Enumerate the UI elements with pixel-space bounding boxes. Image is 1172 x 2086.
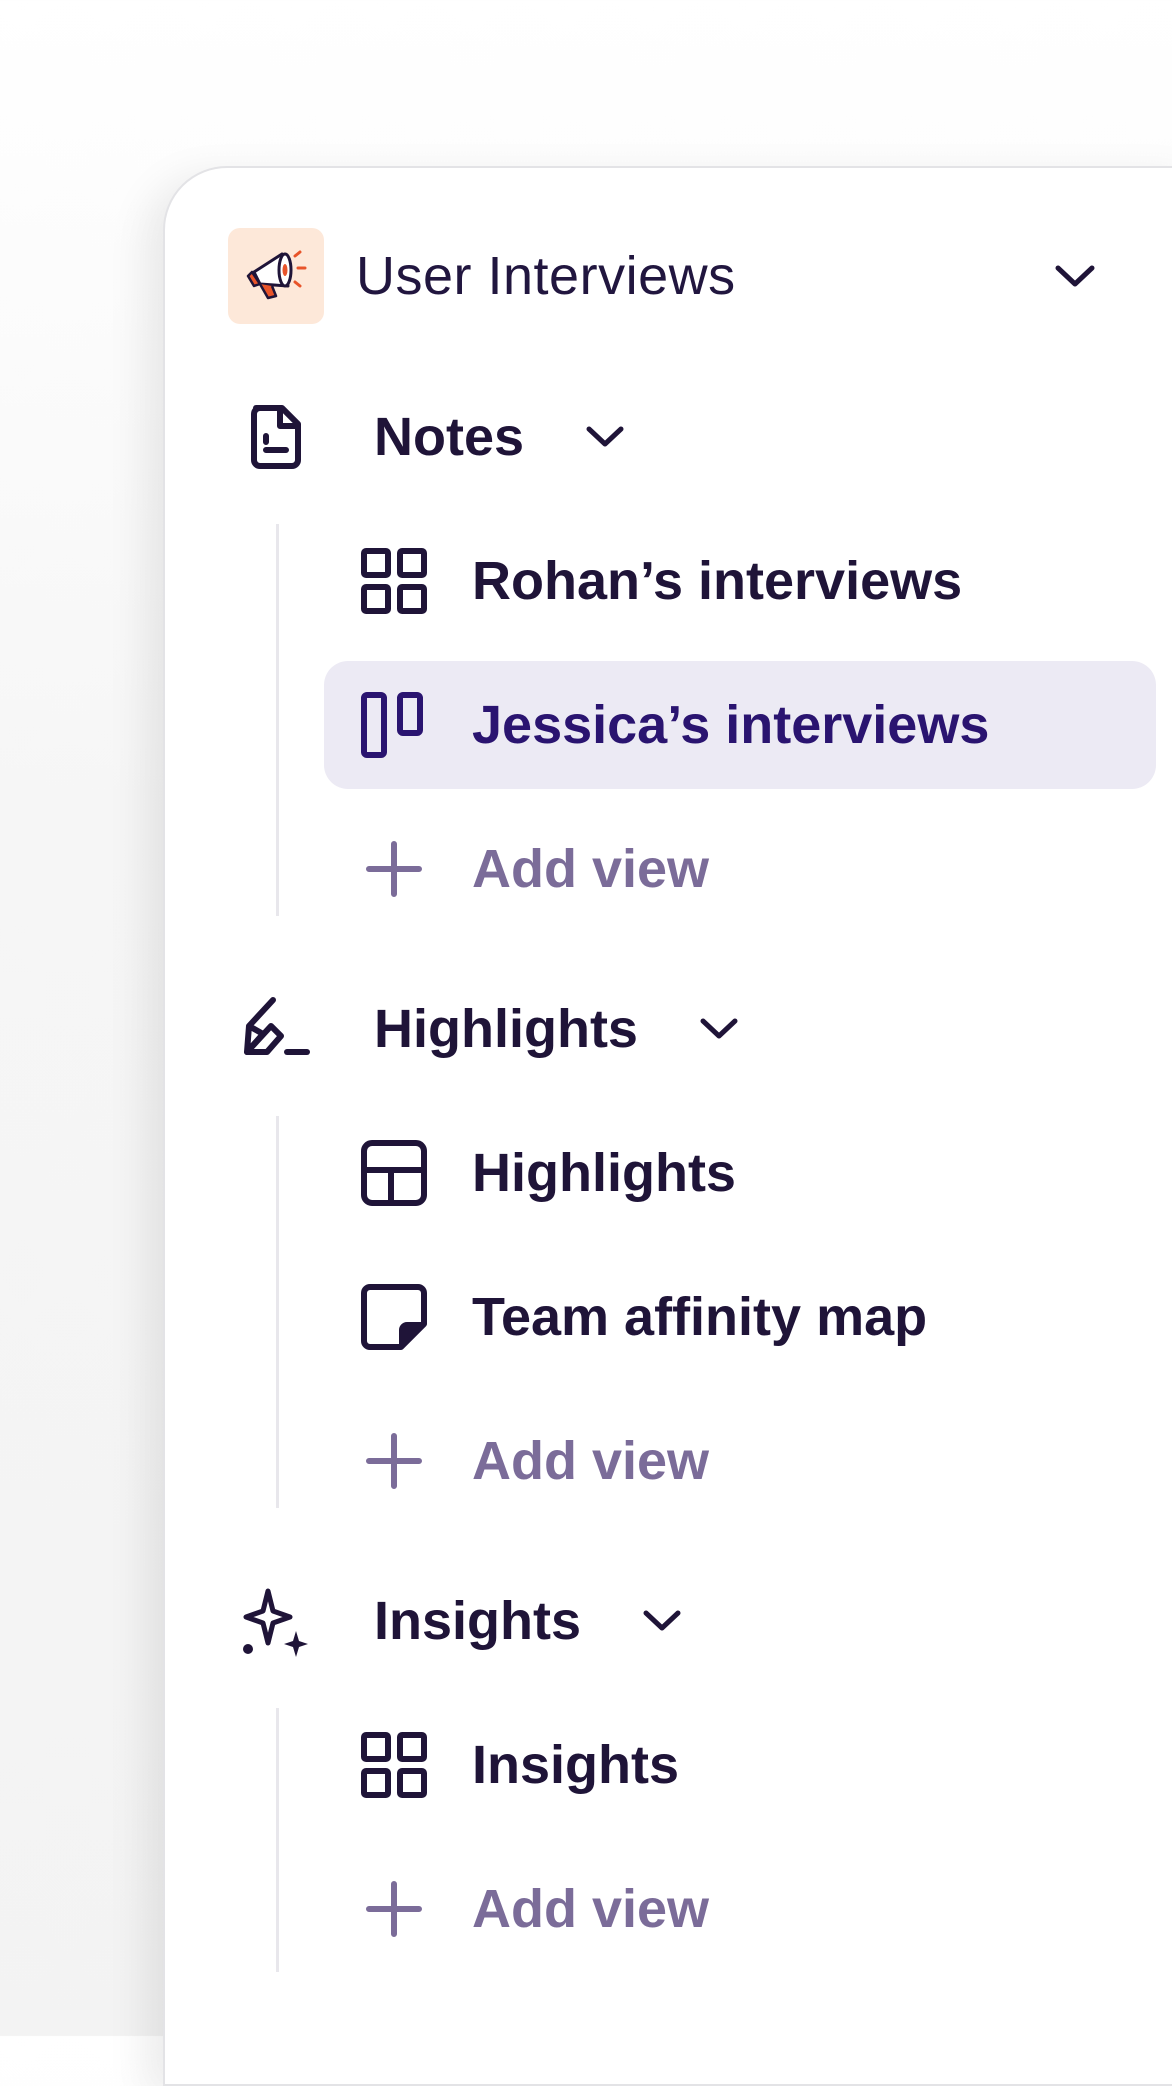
section-label: Highlights bbox=[374, 999, 638, 1059]
view-label: Rohan’s interviews bbox=[472, 551, 963, 611]
plus-icon bbox=[354, 1421, 434, 1501]
chevron-down-icon[interactable] bbox=[582, 421, 628, 453]
view-label: Jessica’s interviews bbox=[472, 695, 990, 755]
view-label: Highlights bbox=[472, 1143, 736, 1203]
add-view-button[interactable]: Add view bbox=[324, 805, 1156, 933]
add-view-button[interactable]: Add view bbox=[324, 1397, 1156, 1525]
view-label: Team affinity map bbox=[472, 1287, 928, 1347]
view-item[interactable]: Highlights bbox=[324, 1109, 1156, 1237]
highlighter-icon bbox=[228, 981, 324, 1077]
board-columns-icon bbox=[354, 685, 434, 765]
section-notes[interactable]: Notes bbox=[228, 389, 628, 485]
chevron-down-icon[interactable] bbox=[639, 1605, 685, 1637]
add-view-label: Add view bbox=[472, 1431, 710, 1491]
chevron-down-icon[interactable] bbox=[696, 1013, 742, 1045]
tree-line bbox=[276, 1116, 279, 1508]
project-title: User Interviews bbox=[356, 246, 736, 306]
add-view-button[interactable]: Add view bbox=[324, 1845, 1156, 1973]
sparkles-icon bbox=[228, 1573, 324, 1669]
grid-icon bbox=[354, 541, 434, 621]
view-label: Insights bbox=[472, 1735, 680, 1795]
table-icon bbox=[354, 1133, 434, 1213]
document-icon bbox=[228, 389, 324, 485]
section-highlights[interactable]: Highlights bbox=[228, 981, 742, 1077]
tree-line bbox=[276, 524, 279, 916]
add-view-label: Add view bbox=[472, 1879, 710, 1939]
sticky-note-icon bbox=[354, 1277, 434, 1357]
view-item[interactable]: Team affinity map bbox=[324, 1253, 1156, 1381]
section-insights[interactable]: Insights bbox=[228, 1573, 685, 1669]
view-item[interactable]: Rohan’s interviews bbox=[324, 517, 1156, 645]
add-view-label: Add view bbox=[472, 839, 710, 899]
plus-icon bbox=[354, 1869, 434, 1949]
megaphone-icon bbox=[228, 228, 324, 324]
tree-line bbox=[276, 1708, 279, 1972]
plus-icon bbox=[354, 829, 434, 909]
section-label: Insights bbox=[374, 1591, 582, 1651]
grid-icon bbox=[354, 1725, 434, 1805]
chevron-down-icon[interactable] bbox=[1050, 258, 1100, 294]
view-item-active[interactable]: Jessica’s interviews bbox=[324, 661, 1156, 789]
project-switcher[interactable]: User Interviews bbox=[228, 228, 1098, 324]
section-label: Notes bbox=[374, 407, 525, 467]
view-item[interactable]: Insights bbox=[324, 1701, 1156, 1829]
